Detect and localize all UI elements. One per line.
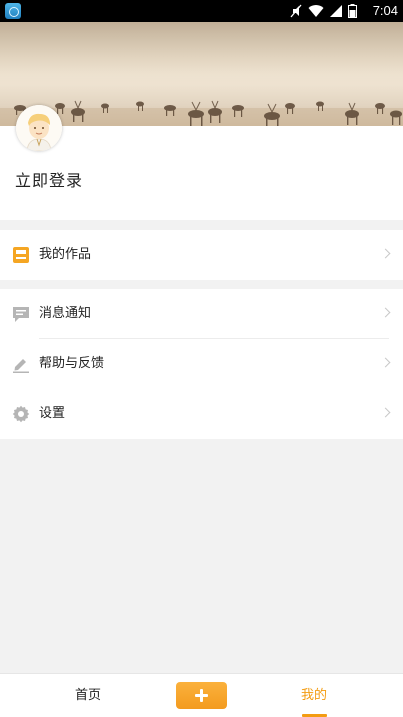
app-notification-icon [5, 3, 21, 19]
status-time: 7:04 [372, 3, 398, 18]
add-button[interactable] [176, 682, 227, 709]
menu-item-label: 我的作品 [39, 247, 92, 262]
header-banner-image [0, 22, 403, 126]
menu-item-label: 设置 [39, 406, 66, 421]
works-icon [13, 247, 29, 263]
tab-mine[interactable]: 我的 [274, 674, 354, 717]
gear-icon [12, 405, 30, 423]
profile-card: 立即登录 [0, 105, 403, 220]
pencil-icon [13, 359, 29, 373]
menu-item-messages[interactable]: 消息通知 [0, 289, 403, 339]
menu-item-label: 帮助与反馈 [39, 356, 105, 371]
login-link[interactable]: 立即登录 [15, 167, 83, 191]
signal-icon [330, 4, 342, 17]
mute-icon [290, 4, 302, 18]
menu-group-settings: 消息通知 帮助与反馈 设置 [0, 289, 403, 439]
menu-group-works: 我的作品 [0, 230, 403, 280]
status-bar: 7:04 [0, 0, 403, 22]
avatar[interactable] [16, 105, 62, 151]
chevron-right-icon [380, 407, 391, 418]
chevron-right-icon [380, 248, 391, 259]
chevron-right-icon [380, 357, 391, 368]
avatar-illustration-icon [16, 105, 62, 151]
battery-icon [348, 4, 357, 18]
chevron-right-icon [380, 307, 391, 318]
tab-home[interactable]: 首页 [48, 674, 128, 717]
wifi-icon [308, 4, 324, 17]
menu-item-settings[interactable]: 设置 [0, 389, 403, 439]
message-icon [13, 307, 29, 322]
menu-item-help-feedback[interactable]: 帮助与反馈 [0, 339, 403, 389]
menu-item-my-works[interactable]: 我的作品 [0, 230, 403, 280]
menu-item-label: 消息通知 [39, 306, 92, 321]
bottom-tab-bar: 首页 我的 [0, 673, 403, 717]
